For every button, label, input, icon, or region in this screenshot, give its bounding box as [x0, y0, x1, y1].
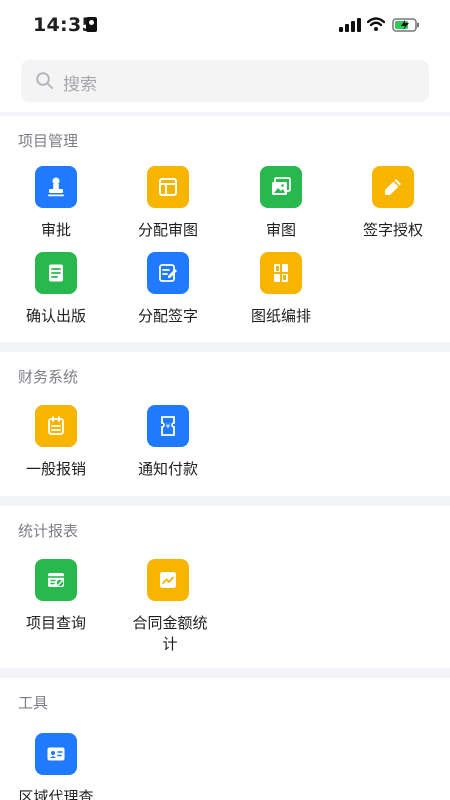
section-title: 工具: [18, 694, 49, 712]
trend-chart-icon: [147, 559, 189, 601]
section-title: 项目管理: [18, 132, 79, 150]
section-tools: 工具 区域代理查: [0, 678, 450, 800]
item-label: 通知付款: [137, 460, 198, 478]
item-label: 分配审图: [137, 221, 198, 239]
section-finance: 财务系统 一般报销 ¥ 通知付款: [0, 352, 450, 496]
yuan-ticket-icon: ¥: [147, 405, 189, 447]
item-label: 签字授权: [362, 221, 423, 239]
wifi-icon: [367, 17, 385, 31]
search-input[interactable]: 搜索: [21, 60, 429, 102]
item-label: 合同金额统计: [132, 614, 208, 653]
layout-icon: [147, 166, 189, 208]
project-search-icon: [35, 559, 77, 601]
item-label: 一般报销: [25, 460, 86, 478]
cellular-signal-icon: [339, 18, 361, 32]
item-label: 图纸编排: [250, 307, 311, 325]
edit-note-icon: [147, 252, 189, 294]
contact-card-icon: [35, 733, 77, 775]
search-placeholder: 搜索: [63, 75, 97, 95]
svg-text:¥: ¥: [166, 423, 171, 431]
stamp-icon: [35, 166, 77, 208]
item-label: 确认出版: [25, 307, 86, 325]
item-label: 审批: [40, 221, 71, 239]
item-label: 区域代理查: [18, 788, 94, 800]
image-gallery-icon: [260, 166, 302, 208]
document-list-icon: [35, 252, 77, 294]
item-label: 审图: [265, 221, 296, 239]
section-title: 统计报表: [18, 522, 79, 540]
section-title: 财务系统: [18, 368, 79, 386]
id-card-icon: [86, 17, 97, 32]
section-project-management: 项目管理 审批 分配审图 审图 签字授权 确认出版 分配签字 图纸编排: [0, 116, 450, 342]
search-area: 搜索: [0, 50, 450, 112]
section-statistics: 统计报表 项目查询 合同金额统计: [0, 506, 450, 668]
item-label: 分配签字: [137, 307, 198, 325]
drawing-layout-icon: [260, 252, 302, 294]
calendar-receipt-icon: [35, 405, 77, 447]
search-icon: [36, 72, 53, 89]
pencil-icon: [372, 166, 414, 208]
item-label: 项目查询: [25, 614, 86, 632]
battery-charging-icon: [392, 18, 419, 32]
status-bar: 14:35: [0, 0, 450, 50]
